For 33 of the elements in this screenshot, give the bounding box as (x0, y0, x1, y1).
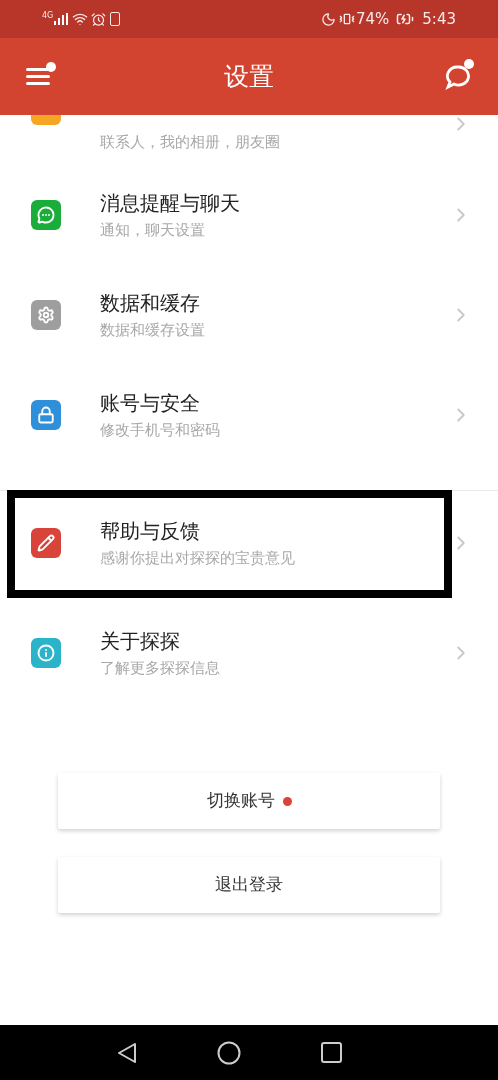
home-icon[interactable] (216, 1040, 241, 1065)
item-subtitle: 感谢你提出对探探的宝贵意见 (100, 549, 295, 567)
item-subtitle: 数据和缓存设置 (100, 321, 205, 339)
moon-icon (320, 11, 336, 27)
item-subtitle: 了解更多探探信息 (100, 659, 220, 677)
battery-percent: 74% (355, 8, 390, 30)
alarm-icon (91, 11, 107, 27)
recents-icon[interactable] (320, 1042, 342, 1063)
chat-button[interactable] (444, 62, 472, 91)
item-title: 帮助与反馈 (100, 519, 201, 543)
item-subtitle: 联系人，我的相册，朋友圈 (100, 132, 280, 153)
account-button[interactable]: 退出登录 (58, 857, 440, 913)
item-title: 数据和缓存 (100, 291, 201, 315)
network-label: 4G (42, 10, 54, 22)
settings-item[interactable]: 消息提醒与聊天 通知，聊天设置 (0, 165, 498, 265)
wifi-icon (72, 11, 89, 27)
settings-item[interactable]: 帮助与反馈 感谢你提出对探探的宝贵意见 (0, 493, 498, 593)
item-title: 消息提醒与聊天 (100, 191, 240, 215)
item-subtitle: 修改手机号和密码 (100, 421, 220, 439)
settings-item[interactable]: 关于探探 了解更多探探信息 (0, 603, 498, 703)
item-title: 账号与安全 (100, 391, 201, 415)
sim-icon (110, 12, 121, 26)
signal-icon (54, 13, 69, 25)
page-title: 设置 (224, 60, 274, 93)
item-subtitle: 通知，聊天设置 (100, 221, 206, 239)
back-icon[interactable] (116, 1041, 137, 1064)
item-title: 关于探探 (100, 629, 181, 653)
vibrate-icon (338, 11, 355, 27)
account-button[interactable]: 切换账号 (58, 773, 440, 829)
clock-time: 5:43 (422, 8, 456, 30)
settings-item[interactable]: 数据和缓存 数据和缓存设置 (0, 265, 498, 365)
menu-button[interactable] (26, 65, 54, 88)
settings-item[interactable]: 账号与安全 修改手机号和密码 (0, 365, 498, 465)
